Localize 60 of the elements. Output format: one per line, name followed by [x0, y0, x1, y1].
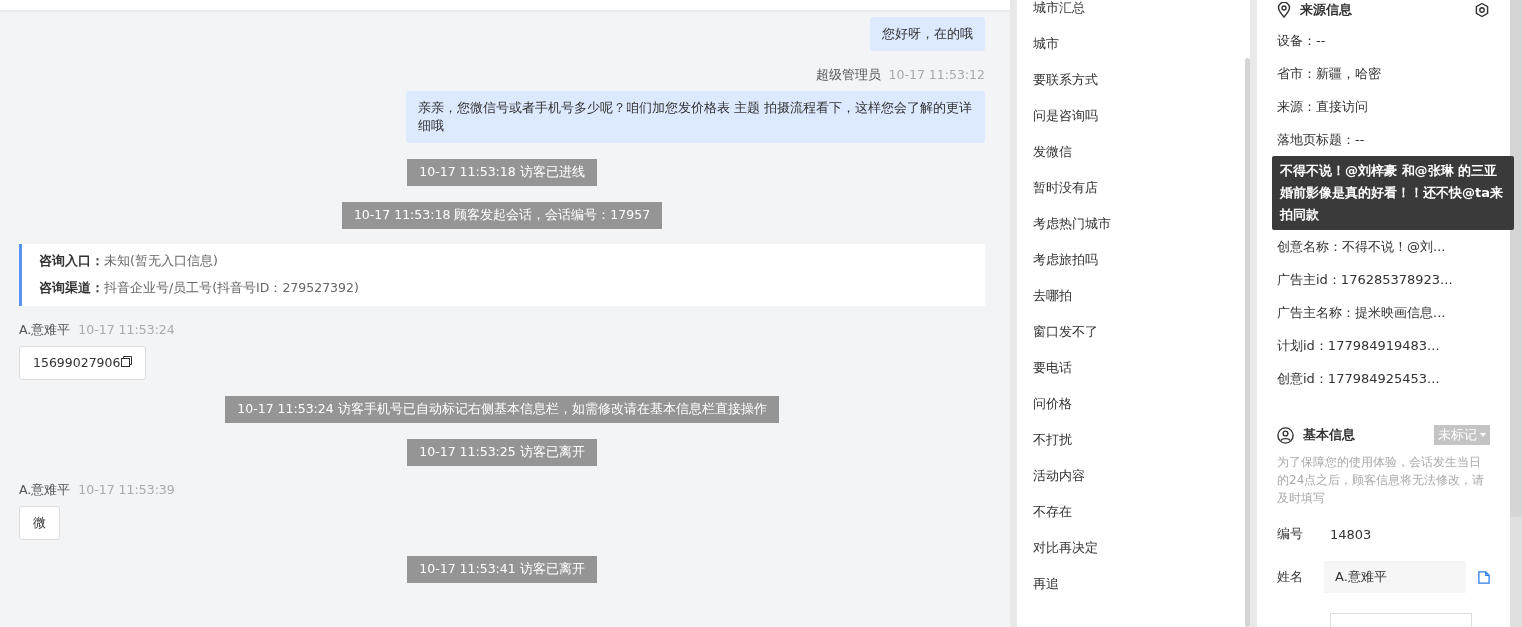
source-field: 广告主名称：提米映画信息...	[1277, 296, 1490, 329]
sender-name: 超级管理员	[815, 67, 881, 84]
source-field: 来源：直接访问	[1277, 90, 1490, 123]
quick-reply-item[interactable]: 不存在	[1017, 494, 1242, 530]
quick-reply-item[interactable]: 不打扰	[1017, 422, 1242, 458]
quick-reply-item[interactable]: 考虑旅拍吗	[1017, 242, 1242, 278]
message-time: 10-17 11:53:24	[78, 322, 175, 339]
quick-reply-item[interactable]: 考虑热门城市	[1017, 206, 1242, 242]
source-field: 创意名称：不得不说！@刘...	[1277, 230, 1490, 263]
source-field: 计划id：177984919483...	[1277, 329, 1490, 362]
message-text: 微	[33, 514, 46, 532]
quick-reply-item[interactable]: 要电话	[1017, 350, 1242, 386]
section-title: 来源信息	[1300, 1, 1352, 19]
field-label: 编号	[1277, 525, 1304, 543]
system-notice: 10-17 11:53:25 访客已离开	[407, 439, 597, 466]
input-field[interactable]: A.意难平	[1324, 561, 1467, 593]
scrollbar[interactable]	[1245, 58, 1250, 627]
section-title: 基本信息	[1303, 426, 1355, 444]
message-text: 15699027906	[33, 354, 121, 372]
message-time: 10-17 11:53:39	[78, 482, 175, 499]
source-field: 创意id：177984925453...	[1277, 362, 1490, 395]
system-notice: 10-17 11:53:18 顾客发起会话，会话编号：17957	[341, 202, 663, 229]
source-field: 设备：--	[1277, 24, 1490, 57]
quick-reply-item[interactable]: 城市汇总	[1017, 0, 1242, 26]
quick-reply-item[interactable]: 问是咨询吗	[1017, 98, 1242, 134]
quick-reply-item[interactable]: 发微信	[1017, 134, 1242, 170]
sender-name: A.意难平	[19, 322, 71, 339]
location-pin-icon	[1277, 2, 1291, 18]
quick-reply-item[interactable]: 暂时没有店	[1017, 170, 1242, 206]
quick-reply-item[interactable]: 去哪拍	[1017, 278, 1242, 314]
message-bubble: 您好呀，在的哦	[870, 17, 985, 51]
copy-icon[interactable]	[121, 355, 133, 367]
message-time: 10-17 11:53:12	[888, 67, 985, 84]
source-field: 落地页标题：--	[1277, 123, 1490, 156]
system-notice: 10-17 11:53:41 访客已离开	[407, 556, 597, 583]
hint-text: 为了保障您的使用体验，会话发生当日的24点之后，顾客信息将无法修改，请及时填写	[1277, 454, 1486, 507]
settings-icon[interactable]	[1474, 2, 1490, 18]
system-notice: 10-17 11:53:24 访客手机号已自动标记右侧基本信息栏，如需修改请在基本信息栏直接操作	[225, 396, 779, 423]
quick-reply-item[interactable]: 窗口发不了	[1017, 314, 1242, 350]
sender-name: A.意难平	[19, 482, 71, 499]
field-value: 未知(暂无入口信息)	[104, 253, 218, 268]
scrollbar[interactable]	[1510, 0, 1522, 517]
field-label: 咨询渠道：	[39, 280, 104, 295]
user-icon	[1277, 426, 1294, 444]
quick-reply-item[interactable]: 对比再决定	[1017, 530, 1242, 566]
quick-reply-item[interactable]: 活动内容	[1017, 458, 1242, 494]
source-field: 省市：新疆，哈密	[1277, 57, 1490, 90]
tooltip: 不得不说！@刘梓豪 和@张琳 的三亚婚前影像是真的好看！！还不快@ta来拍同款	[1272, 156, 1514, 230]
field-label: 姓名	[1277, 568, 1304, 586]
quick-reply-item[interactable]: 要联系方式	[1017, 62, 1242, 98]
field-label: 咨询入口：	[39, 253, 104, 268]
field-value: 抖音企业号/员工号(抖音号ID：279527392)	[104, 280, 359, 295]
source-field: 广告主id：176285378923...	[1277, 263, 1490, 296]
field-value: 14803	[1330, 526, 1372, 542]
quick-reply-item[interactable]: 问价格	[1017, 386, 1242, 422]
quick-reply-item[interactable]: 再追	[1017, 566, 1242, 602]
message-bubble: 亲亲，您微信号或者手机号多少呢？咱们加您发价格表 主题 拍摄流程看下，这样您会了解的更详细哦	[406, 91, 985, 143]
system-notice: 10-17 11:53:18 访客已进线	[407, 159, 597, 186]
quick-reply-item[interactable]: 城市	[1017, 26, 1242, 62]
caret-icon	[1480, 433, 1486, 437]
